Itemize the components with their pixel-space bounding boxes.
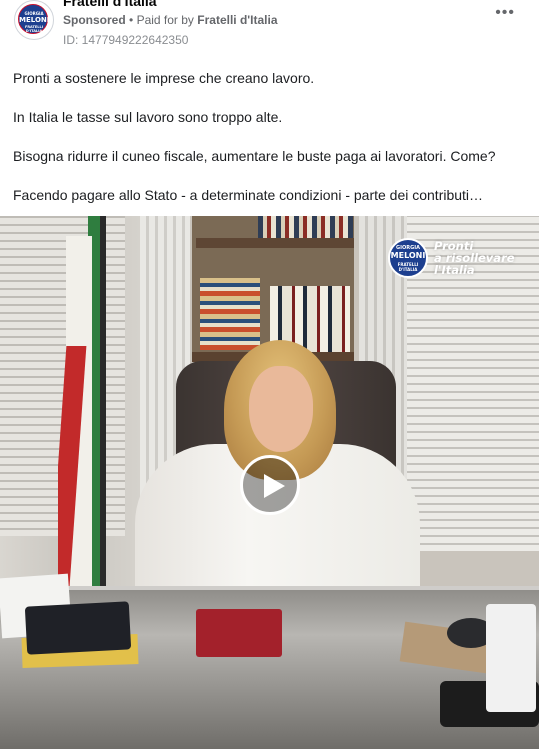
more-options-icon[interactable]: •••	[495, 5, 515, 21]
video-slogan: Pronti a risollevare l'Italia	[434, 239, 515, 277]
ad-header: GIORGIA MELONI FRATELLI D'ITALIA Fratell…	[0, 0, 539, 58]
separator: •	[129, 13, 134, 27]
notebook	[196, 609, 282, 657]
video-player[interactable]: GIORGIA MELONI FRATELLI D'ITALIA Pronti …	[0, 216, 539, 749]
post-paragraph: Bisogna ridurre il cuneo fiscale, aument…	[13, 148, 496, 164]
post-paragraph[interactable]: Facendo pagare allo Stato - a determinat…	[13, 185, 523, 205]
page-name-link[interactable]: Fratelli d'Italia	[63, 0, 157, 9]
sponsored-line: Sponsored • Paid for by Fratelli d'Itali…	[63, 13, 278, 27]
italian-flag	[58, 216, 106, 586]
post-paragraph: In Italia le tasse sul lavoro sono tropp…	[13, 109, 283, 125]
post-paragraph: Pronti a sostenere le imprese che creano…	[13, 70, 315, 86]
paid-for-by-link[interactable]: Fratelli d'Italia	[197, 13, 277, 27]
play-icon	[264, 474, 285, 498]
post-body: Pronti a sostenere le imprese che creano…	[13, 68, 523, 224]
notebook	[24, 601, 132, 655]
sponsored-label: Sponsored	[63, 13, 126, 27]
play-button[interactable]	[240, 455, 300, 515]
ad-id: ID: 1477949222642350	[63, 33, 189, 47]
party-logo-icon: GIORGIA MELONI FRATELLI D'ITALIA	[18, 4, 49, 34]
party-logo-icon: GIORGIA MELONI FRATELLI D'ITALIA	[388, 238, 428, 278]
page-avatar[interactable]: GIORGIA MELONI FRATELLI D'ITALIA	[14, 0, 54, 40]
paid-for-prefix: Paid for by	[136, 13, 194, 27]
